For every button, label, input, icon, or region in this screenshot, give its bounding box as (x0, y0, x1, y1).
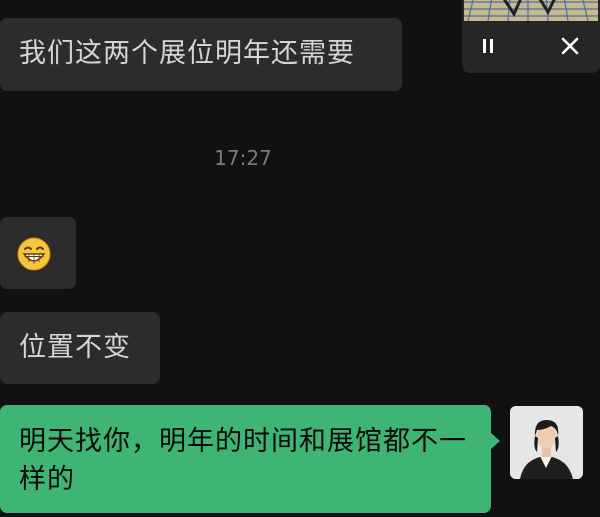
message-text: 明天找你，明年的时间和展馆都不一样的 (19, 426, 467, 495)
message-timestamp: 17:27 (214, 146, 272, 170)
pause-icon (483, 39, 493, 53)
message-text: 位置不变 (19, 332, 131, 363)
outgoing-message-bubble[interactable]: 明天找你，明年的时间和展馆都不一样的 (0, 405, 491, 513)
video-thumbnail[interactable] (464, 0, 598, 21)
close-icon (561, 37, 579, 55)
avatar[interactable] (510, 406, 583, 479)
avatar-image (510, 406, 583, 479)
floating-video-window[interactable] (462, 0, 600, 73)
close-button[interactable] (555, 31, 585, 61)
pause-button[interactable] (473, 31, 503, 61)
incoming-message-bubble[interactable]: 我们这两个展位明年还需要 (0, 18, 402, 91)
grinning-face-emoji (17, 237, 51, 271)
bubble-tail (491, 433, 500, 449)
message-text: 我们这两个展位明年还需要 (19, 38, 355, 69)
incoming-message-bubble[interactable]: 位置不变 (0, 312, 160, 384)
